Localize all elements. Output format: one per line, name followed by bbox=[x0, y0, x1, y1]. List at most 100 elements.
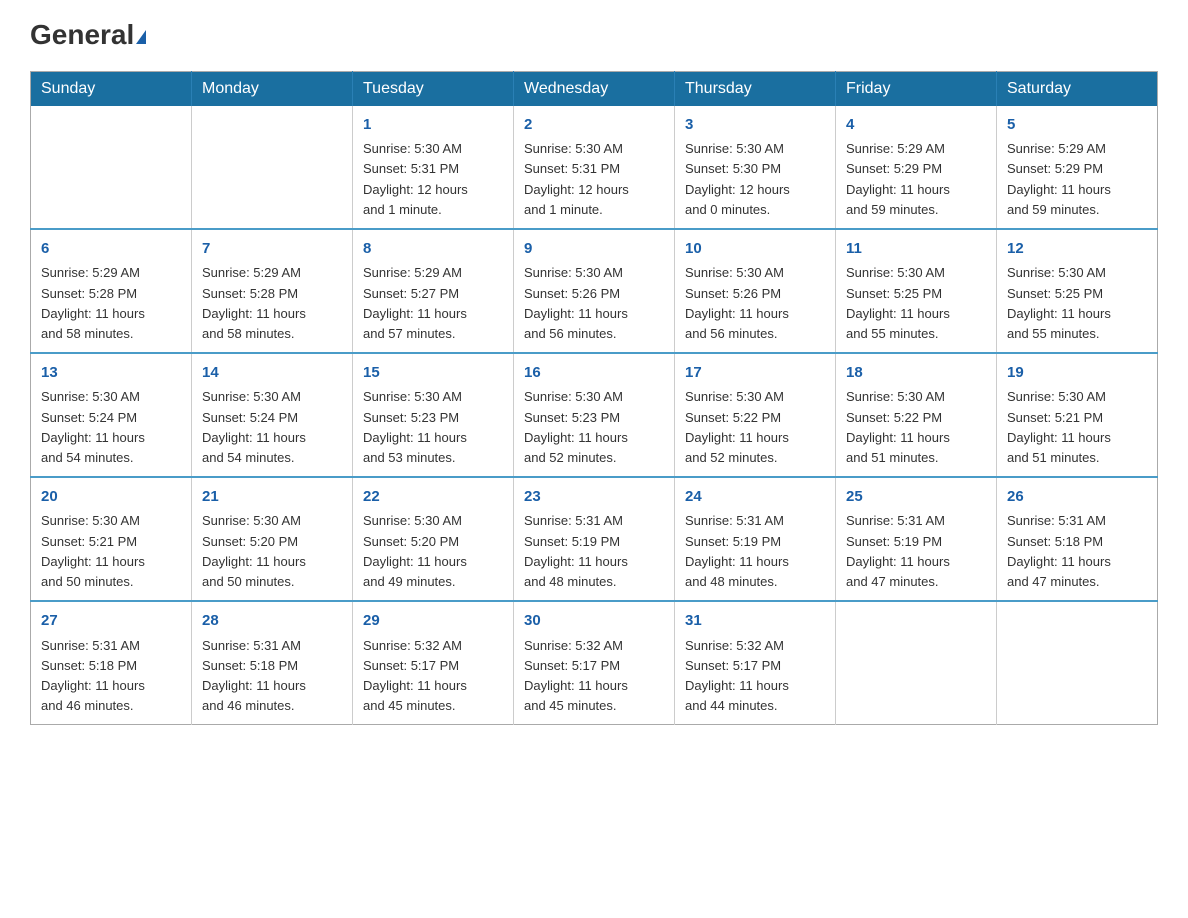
weekday-header-sunday: Sunday bbox=[31, 71, 192, 106]
day-number: 13 bbox=[41, 362, 181, 385]
day-info: Sunrise: 5:31 AM Sunset: 5:19 PM Dayligh… bbox=[846, 511, 986, 592]
day-info: Sunrise: 5:30 AM Sunset: 5:20 PM Dayligh… bbox=[202, 511, 342, 592]
calendar-cell: 29Sunrise: 5:32 AM Sunset: 5:17 PM Dayli… bbox=[353, 601, 514, 725]
calendar-cell: 27 Sunrise: 5:31 AM Sunset: 5:18 PM Dayli… bbox=[31, 601, 192, 725]
weekday-header-wednesday: Wednesday bbox=[514, 71, 675, 106]
day-number: 11 bbox=[846, 238, 986, 261]
day-number: 31 bbox=[685, 610, 825, 633]
day-number: 12 bbox=[1007, 238, 1147, 261]
calendar-cell: 30 Sunrise: 5:32 AM Sunset: 5:17 PM Dayli… bbox=[514, 601, 675, 725]
day-number: 14 bbox=[202, 362, 342, 385]
calendar-cell: 16Sunrise: 5:30 AM Sunset: 5:23 PM Dayli… bbox=[514, 353, 675, 477]
calendar-cell: 1Sunrise: 5:30 AM Sunset: 5:31 PM Daylig… bbox=[353, 106, 514, 229]
day-info: Sunrise: 5:32 AM Sunset: 5:17 PM Dayligh… bbox=[685, 636, 825, 717]
day-number: 23 bbox=[524, 486, 664, 509]
day-number: 25 bbox=[846, 486, 986, 509]
day-info: Sunrise: 5:31 AM Sunset: 5:19 PM Dayligh… bbox=[685, 511, 825, 592]
day-number: 21 bbox=[202, 486, 342, 509]
day-number: 24 bbox=[685, 486, 825, 509]
calendar-cell: 24Sunrise: 5:31 AM Sunset: 5:19 PM Dayli… bbox=[675, 477, 836, 601]
day-number: 20 bbox=[41, 486, 181, 509]
day-info: Sunrise: 5:29 AM Sunset: 5:27 PM Dayligh… bbox=[363, 263, 503, 344]
calendar-cell: 18Sunrise: 5:30 AM Sunset: 5:22 PM Dayli… bbox=[836, 353, 997, 477]
day-number: 19 bbox=[1007, 362, 1147, 385]
day-info: Sunrise: 5:29 AM Sunset: 5:29 PM Dayligh… bbox=[846, 139, 986, 220]
calendar-cell: 22Sunrise: 5:30 AM Sunset: 5:20 PM Dayli… bbox=[353, 477, 514, 601]
weekday-header-friday: Friday bbox=[836, 71, 997, 106]
day-info: Sunrise: 5:30 AM Sunset: 5:26 PM Dayligh… bbox=[685, 263, 825, 344]
day-info: Sunrise: 5:29 AM Sunset: 5:28 PM Dayligh… bbox=[202, 263, 342, 344]
calendar-cell: 31 Sunrise: 5:32 AM Sunset: 5:17 PM Dayli… bbox=[675, 601, 836, 725]
day-number: 15 bbox=[363, 362, 503, 385]
day-info: Sunrise: 5:30 AM Sunset: 5:23 PM Dayligh… bbox=[363, 387, 503, 468]
day-info: Sunrise: 5:30 AM Sunset: 5:23 PM Dayligh… bbox=[524, 387, 664, 468]
calendar-week-row: 27 Sunrise: 5:31 AM Sunset: 5:18 PM Dayli… bbox=[31, 601, 1158, 725]
day-info: Sunrise: 5:30 AM Sunset: 5:24 PM Dayligh… bbox=[41, 387, 181, 468]
calendar-cell: 11Sunrise: 5:30 AM Sunset: 5:25 PM Dayli… bbox=[836, 229, 997, 353]
day-info: Sunrise: 5:30 AM Sunset: 5:20 PM Dayligh… bbox=[363, 511, 503, 592]
day-info: Sunrise: 5:31 AM Sunset: 5:18 PM Dayligh… bbox=[41, 636, 181, 717]
day-info: Sunrise: 5:32 AM Sunset: 5:17 PM Dayligh… bbox=[524, 636, 664, 717]
day-number: 16 bbox=[524, 362, 664, 385]
day-info: Sunrise: 5:30 AM Sunset: 5:22 PM Dayligh… bbox=[846, 387, 986, 468]
calendar-week-row: 13Sunrise: 5:30 AM Sunset: 5:24 PM Dayli… bbox=[31, 353, 1158, 477]
page-header: General bbox=[30, 20, 1158, 51]
day-number: 17 bbox=[685, 362, 825, 385]
calendar-cell: 20Sunrise: 5:30 AM Sunset: 5:21 PM Dayli… bbox=[31, 477, 192, 601]
calendar-cell: 19Sunrise: 5:30 AM Sunset: 5:21 PM Dayli… bbox=[997, 353, 1158, 477]
calendar-week-row: 6Sunrise: 5:29 AM Sunset: 5:28 PM Daylig… bbox=[31, 229, 1158, 353]
day-info: Sunrise: 5:31 AM Sunset: 5:18 PM Dayligh… bbox=[202, 636, 342, 717]
day-number: 7 bbox=[202, 238, 342, 261]
calendar-header-row: SundayMondayTuesdayWednesdayThursdayFrid… bbox=[31, 71, 1158, 106]
calendar-cell: 26Sunrise: 5:31 AM Sunset: 5:18 PM Dayli… bbox=[997, 477, 1158, 601]
calendar-cell bbox=[997, 601, 1158, 725]
day-info: Sunrise: 5:30 AM Sunset: 5:31 PM Dayligh… bbox=[363, 139, 503, 220]
weekday-header-monday: Monday bbox=[192, 71, 353, 106]
calendar-cell: 12Sunrise: 5:30 AM Sunset: 5:25 PM Dayli… bbox=[997, 229, 1158, 353]
day-number: 8 bbox=[363, 238, 503, 261]
logo: General bbox=[30, 20, 146, 51]
day-info: Sunrise: 5:30 AM Sunset: 5:22 PM Dayligh… bbox=[685, 387, 825, 468]
calendar-cell: 28 Sunrise: 5:31 AM Sunset: 5:18 PM Dayli… bbox=[192, 601, 353, 725]
day-number: 6 bbox=[41, 238, 181, 261]
day-number: 4 bbox=[846, 114, 986, 137]
calendar-cell: 17Sunrise: 5:30 AM Sunset: 5:22 PM Dayli… bbox=[675, 353, 836, 477]
calendar-cell: 4Sunrise: 5:29 AM Sunset: 5:29 PM Daylig… bbox=[836, 106, 997, 229]
day-info: Sunrise: 5:29 AM Sunset: 5:28 PM Dayligh… bbox=[41, 263, 181, 344]
calendar-cell: 9Sunrise: 5:30 AM Sunset: 5:26 PM Daylig… bbox=[514, 229, 675, 353]
day-number: 29 bbox=[363, 610, 503, 633]
calendar-cell: 15Sunrise: 5:30 AM Sunset: 5:23 PM Dayli… bbox=[353, 353, 514, 477]
day-number: 18 bbox=[846, 362, 986, 385]
day-number: 2 bbox=[524, 114, 664, 137]
day-number: 22 bbox=[363, 486, 503, 509]
day-number: 26 bbox=[1007, 486, 1147, 509]
day-number: 28 bbox=[202, 610, 342, 633]
calendar-cell bbox=[31, 106, 192, 229]
calendar-week-row: 1Sunrise: 5:30 AM Sunset: 5:31 PM Daylig… bbox=[31, 106, 1158, 229]
calendar-cell bbox=[836, 601, 997, 725]
calendar-cell bbox=[192, 106, 353, 229]
calendar-table: SundayMondayTuesdayWednesdayThursdayFrid… bbox=[30, 71, 1158, 725]
day-info: Sunrise: 5:31 AM Sunset: 5:18 PM Dayligh… bbox=[1007, 511, 1147, 592]
day-info: Sunrise: 5:30 AM Sunset: 5:31 PM Dayligh… bbox=[524, 139, 664, 220]
day-info: Sunrise: 5:30 AM Sunset: 5:24 PM Dayligh… bbox=[202, 387, 342, 468]
calendar-cell: 6Sunrise: 5:29 AM Sunset: 5:28 PM Daylig… bbox=[31, 229, 192, 353]
calendar-cell: 5Sunrise: 5:29 AM Sunset: 5:29 PM Daylig… bbox=[997, 106, 1158, 229]
day-number: 10 bbox=[685, 238, 825, 261]
calendar-cell: 7Sunrise: 5:29 AM Sunset: 5:28 PM Daylig… bbox=[192, 229, 353, 353]
day-info: Sunrise: 5:30 AM Sunset: 5:30 PM Dayligh… bbox=[685, 139, 825, 220]
day-info: Sunrise: 5:31 AM Sunset: 5:19 PM Dayligh… bbox=[524, 511, 664, 592]
calendar-cell: 13Sunrise: 5:30 AM Sunset: 5:24 PM Dayli… bbox=[31, 353, 192, 477]
calendar-cell: 2Sunrise: 5:30 AM Sunset: 5:31 PM Daylig… bbox=[514, 106, 675, 229]
logo-area: General bbox=[30, 20, 146, 51]
calendar-cell: 23Sunrise: 5:31 AM Sunset: 5:19 PM Dayli… bbox=[514, 477, 675, 601]
day-number: 27 bbox=[41, 610, 181, 633]
calendar-cell: 21Sunrise: 5:30 AM Sunset: 5:20 PM Dayli… bbox=[192, 477, 353, 601]
calendar-cell: 3Sunrise: 5:30 AM Sunset: 5:30 PM Daylig… bbox=[675, 106, 836, 229]
weekday-header-saturday: Saturday bbox=[997, 71, 1158, 106]
day-info: Sunrise: 5:30 AM Sunset: 5:21 PM Dayligh… bbox=[1007, 387, 1147, 468]
day-info: Sunrise: 5:30 AM Sunset: 5:25 PM Dayligh… bbox=[1007, 263, 1147, 344]
day-number: 3 bbox=[685, 114, 825, 137]
day-info: Sunrise: 5:30 AM Sunset: 5:25 PM Dayligh… bbox=[846, 263, 986, 344]
day-number: 30 bbox=[524, 610, 664, 633]
